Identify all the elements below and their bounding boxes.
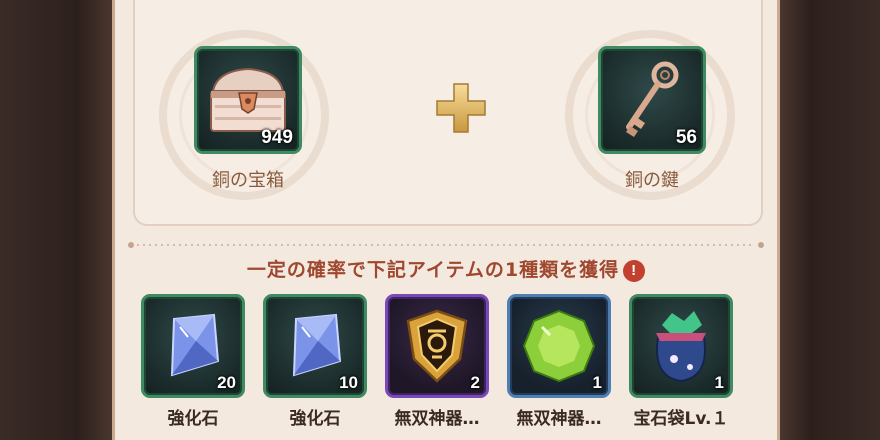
chest-item-tile[interactable]: 949 (194, 46, 302, 154)
plus-icon (436, 83, 486, 133)
game-dialog: 949 銅の宝箱 56 銅の鍵 一定の確率で下記アイテムの1種類を獲得 ! 20… (0, 0, 880, 440)
reward-tile-2[interactable]: 10 (263, 294, 367, 398)
reward-4-name: 無双神器… (516, 409, 602, 429)
key-name: 銅の鍵 (625, 170, 679, 191)
reward-2-name: 強化石 (289, 409, 341, 429)
reward-tile-4[interactable]: 1 (507, 294, 611, 398)
reward-tile-5[interactable]: 1 (629, 294, 733, 398)
chest-quantity: 949 (261, 127, 293, 148)
reward-tile-1[interactable]: 20 (141, 294, 245, 398)
recipe-section: 949 銅の宝箱 56 銅の鍵 (133, 0, 763, 226)
chest-name: 銅の宝箱 (212, 170, 284, 191)
reward-3-name: 無双神器… (394, 409, 480, 429)
reward-5-name: 宝石袋Lv.１ (633, 409, 729, 429)
ornamental-divider (128, 242, 764, 248)
reward-2-quantity: 10 (339, 373, 358, 392)
reward-tile-3[interactable]: 2 (385, 294, 489, 398)
key-quantity: 56 (675, 127, 697, 148)
left-backdrop (0, 0, 112, 440)
reward-3-quantity: 2 (470, 373, 480, 392)
key-item-tile[interactable]: 56 (598, 46, 706, 154)
reward-5-quantity: 1 (714, 373, 724, 392)
reward-1-quantity: 20 (217, 373, 236, 392)
rewards-heading-text: 一定の確率で下記アイテムの1種類を獲得 (246, 259, 620, 281)
chest-panel: 949 銅の宝箱 56 銅の鍵 一定の確率で下記アイテムの1種類を獲得 ! 20… (112, 0, 780, 440)
exclamation-icon[interactable]: ! (623, 259, 646, 282)
reward-4-quantity: 1 (592, 373, 602, 392)
right-backdrop (780, 0, 880, 440)
reward-1-name: 強化石 (167, 409, 219, 429)
rewards-heading: 一定の確率で下記アイテムの1種類を獲得! (115, 255, 777, 282)
